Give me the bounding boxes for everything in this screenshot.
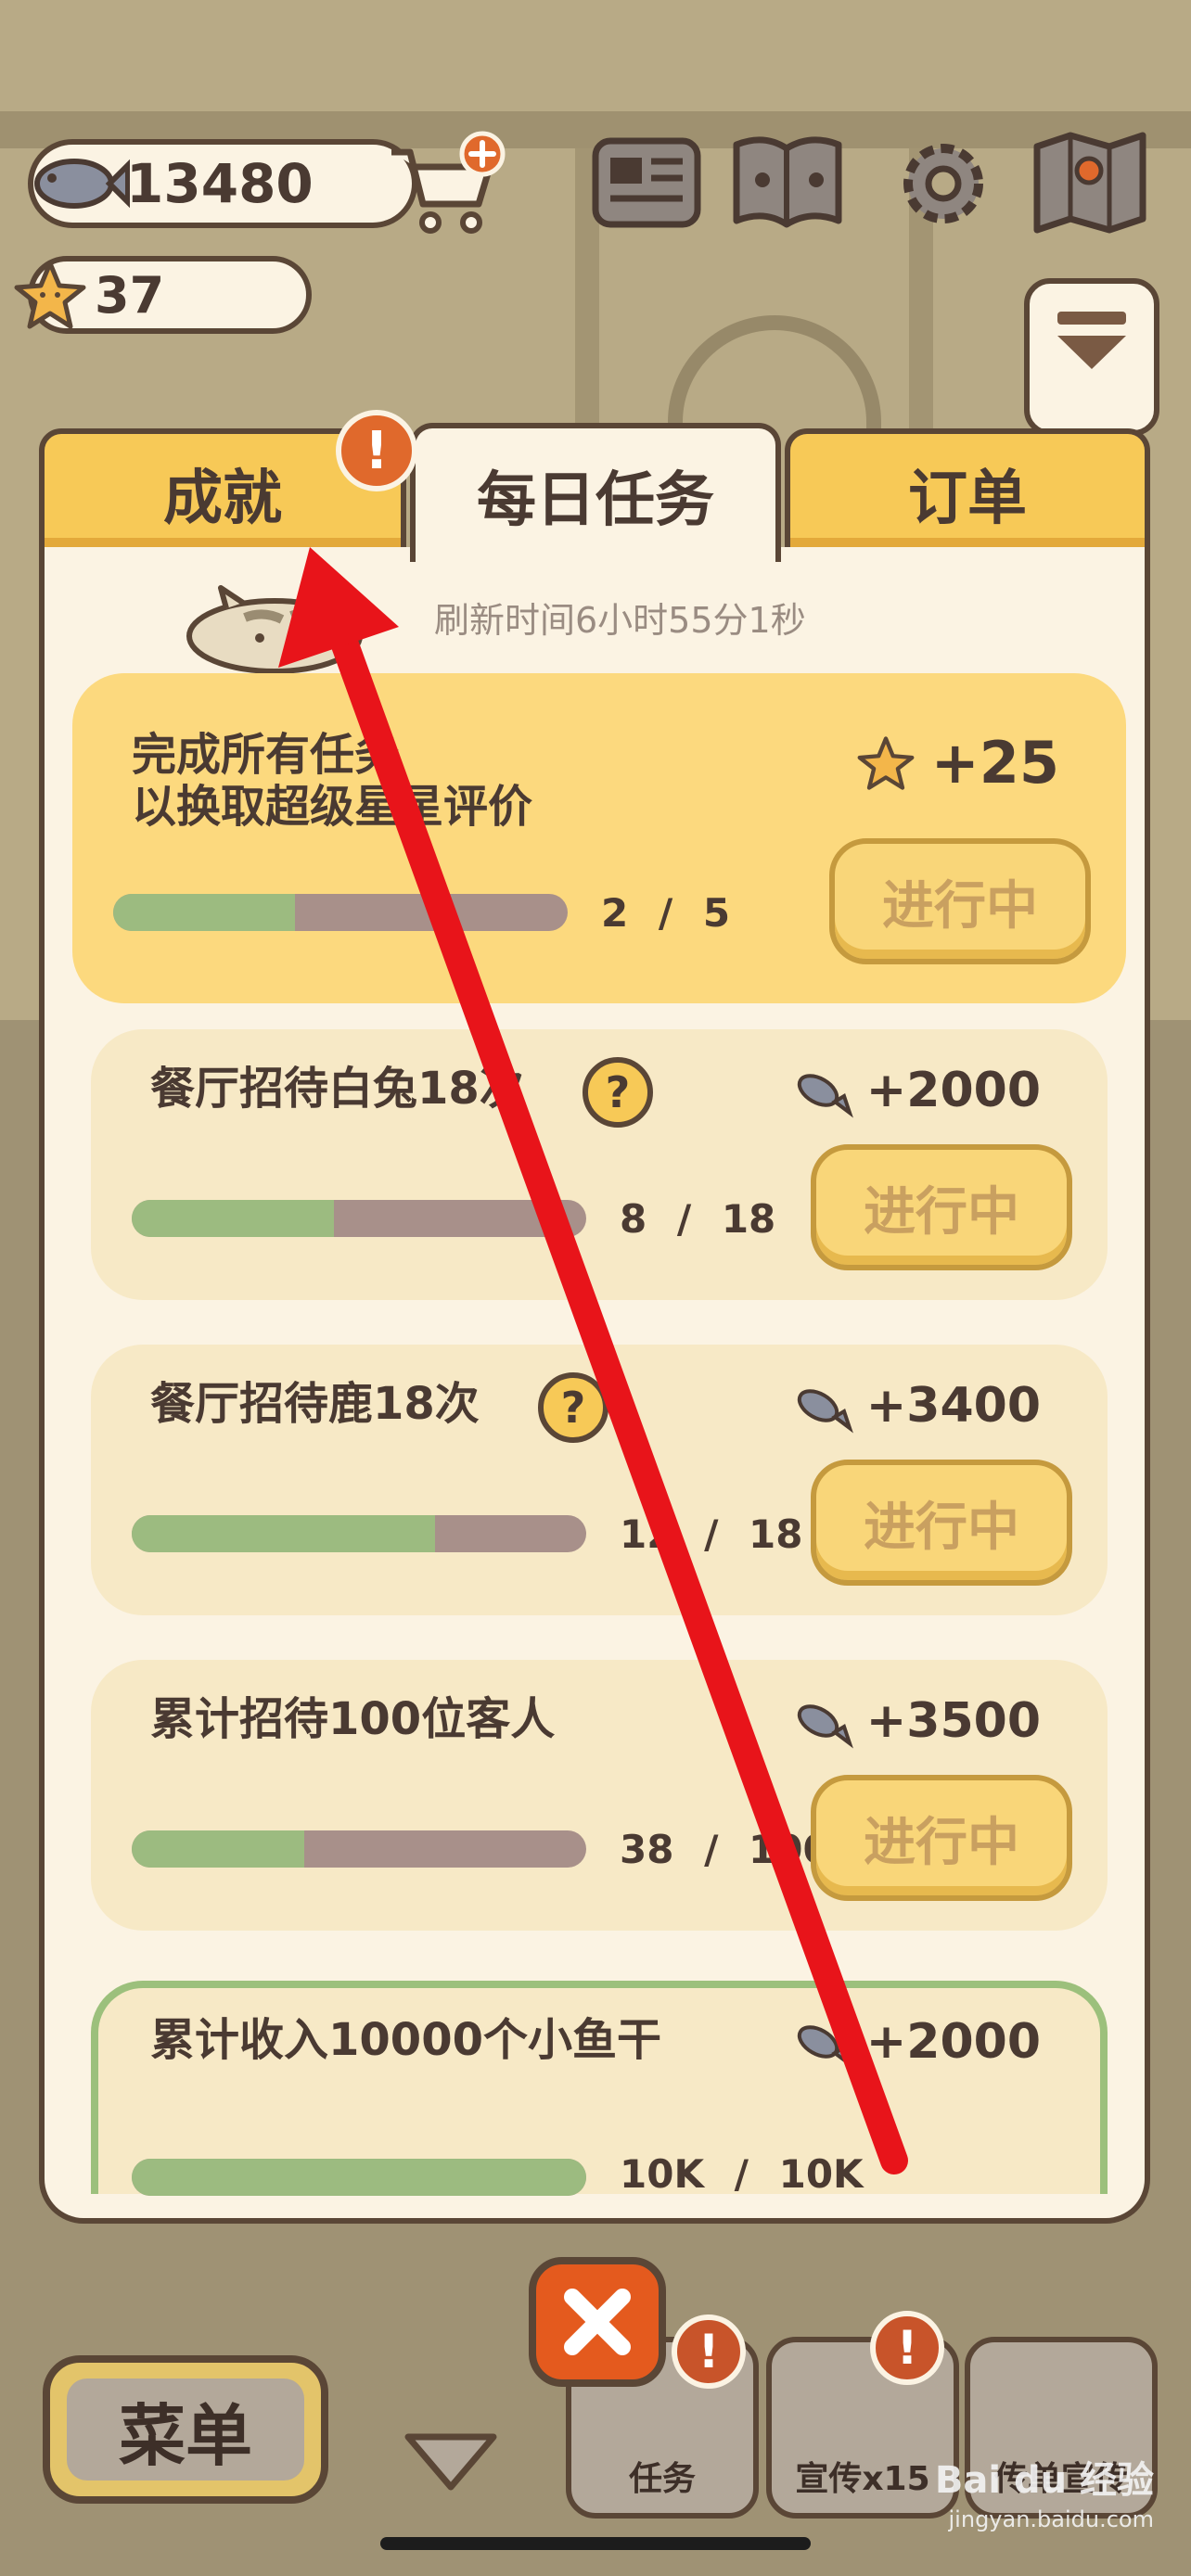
star-icon	[14, 261, 86, 329]
daily-tasks-panel: 刷新时间6小时55分1秒 完成所有任务 以换取超级星星评价 +25 2 / 5 …	[39, 547, 1150, 2224]
progress-text: 38 / 100	[620, 1827, 830, 1872]
cat-mascot-icon	[186, 585, 363, 674]
tab-label: 成就	[163, 465, 282, 533]
fish-icon	[34, 159, 130, 209]
in-progress-button[interactable]: 进行中	[829, 838, 1091, 964]
progress-text: 2 / 5	[601, 890, 731, 936]
progress-fill	[113, 894, 295, 931]
fish-icon	[797, 1704, 853, 1749]
coin-count: 13480	[126, 152, 314, 215]
progress-bar	[132, 1515, 586, 1552]
down-triangle-icon	[1057, 312, 1126, 369]
progress-fill	[132, 1515, 435, 1552]
home-indicator	[380, 2537, 811, 2550]
tab-orders[interactable]: 订单	[785, 428, 1150, 558]
progress-fill	[132, 1200, 334, 1237]
help-question-icon[interactable]: ?	[583, 1057, 653, 1128]
side-collapse-button[interactable]	[1024, 278, 1159, 436]
task-title: 累计收入10000个小鱼干	[150, 2014, 661, 2066]
task-reward: +3500	[788, 1693, 1041, 1749]
fish-icon	[797, 1074, 853, 1118]
shop-cart-icon[interactable]	[386, 130, 506, 241]
task-reward: +2000	[788, 2014, 1041, 2070]
task-title: 完成所有任务 以换取超级星星评价	[132, 729, 533, 833]
newspaper-icon[interactable]	[586, 128, 707, 237]
task-card-featured: 完成所有任务 以换取超级星星评价 +25 2 / 5 进行中	[72, 673, 1126, 1003]
gear-icon[interactable]	[883, 128, 1004, 237]
alert-badge: !	[336, 410, 417, 491]
refresh-timer: 刷新时间6小时55分1秒	[434, 600, 806, 641]
in-progress-button[interactable]: 进行中	[811, 1460, 1072, 1586]
task-reward: +25	[853, 729, 1059, 797]
star-icon	[857, 735, 915, 790]
progress-fill	[132, 2159, 586, 2196]
progress-text: 10K / 10K	[620, 2151, 864, 2197]
task-card: 餐厅招待白兔18次 ? +2000 8 / 18 进行中	[91, 1029, 1108, 1300]
task-title: 餐厅招待鹿18次	[150, 1378, 480, 1430]
chevron-down-icon[interactable]	[403, 2429, 499, 2494]
album-book-icon[interactable]	[727, 128, 848, 237]
progress-fill	[132, 1830, 305, 1868]
tab-daily-tasks[interactable]: 每日任务	[410, 423, 781, 562]
fish-icon	[797, 2025, 853, 2070]
tab-label: 订单	[908, 465, 1027, 533]
progress-bar	[132, 1200, 586, 1237]
progress-bar	[132, 2159, 586, 2196]
in-progress-button[interactable]: 进行中	[811, 1144, 1072, 1270]
menu-button[interactable]: 菜单	[43, 2355, 328, 2504]
map-icon[interactable]	[1030, 128, 1150, 237]
close-icon	[564, 2289, 631, 2355]
fish-icon	[797, 1389, 853, 1434]
progress-text: 8 / 18	[620, 1196, 776, 1242]
task-card: 累计招待100位客人 +3500 38 / 100 进行中	[91, 1660, 1108, 1931]
alert-badge: !	[870, 2311, 944, 2385]
progress-text: 12 / 18	[620, 1511, 803, 1557]
progress-bar	[113, 894, 568, 931]
task-reward: +2000	[788, 1063, 1041, 1118]
in-progress-button[interactable]: 进行中	[811, 1775, 1072, 1901]
alert-badge: !	[672, 2315, 746, 2389]
task-title: 餐厅招待白兔18次	[150, 1063, 524, 1115]
help-question-icon[interactable]: ?	[538, 1372, 608, 1443]
star-count: 37	[95, 265, 165, 325]
task-title: 累计招待100位客人	[150, 1693, 556, 1745]
task-reward: +3400	[788, 1378, 1041, 1434]
baidu-watermark: Bai du 经验 jingyan.baidu.com	[934, 2459, 1154, 2532]
menu-label: 菜单	[67, 2378, 304, 2480]
task-card-completed: 累计收入10000个小鱼干 +2000 10K / 10K	[91, 1981, 1108, 2197]
close-button[interactable]	[529, 2257, 666, 2387]
tab-label: 每日任务	[477, 466, 714, 535]
progress-bar	[132, 1830, 586, 1868]
task-card: 餐厅招待鹿18次 ? +3400 12 / 18 进行中	[91, 1345, 1108, 1615]
